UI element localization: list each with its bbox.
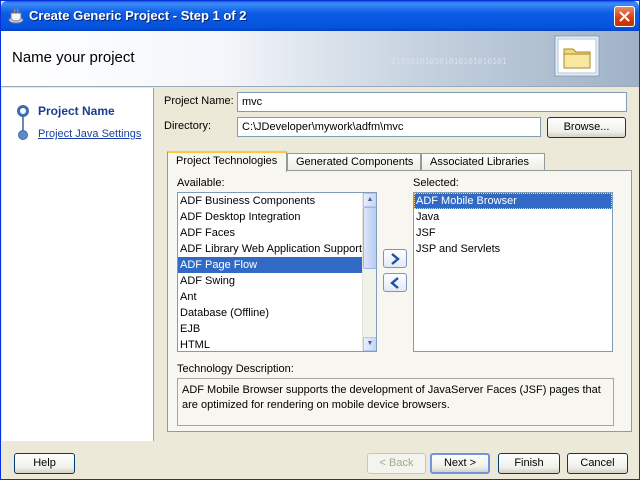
selected-label: Selected: bbox=[413, 177, 459, 189]
list-item[interactable]: ADF Swing bbox=[178, 273, 376, 289]
list-item[interactable]: Ant bbox=[178, 289, 376, 305]
close-button[interactable] bbox=[614, 6, 635, 27]
directory-field[interactable]: C:\JDeveloper\mywork\adfm\mvc bbox=[237, 117, 541, 137]
move-left-button[interactable] bbox=[383, 273, 407, 292]
step-icon bbox=[18, 130, 28, 140]
technology-description: ADF Mobile Browser supports the developm… bbox=[177, 378, 614, 426]
cancel-button[interactable]: Cancel bbox=[567, 453, 628, 474]
tab-associated-libraries[interactable]: Associated Libraries bbox=[421, 153, 545, 171]
available-label: Available: bbox=[177, 177, 225, 189]
directory-label: Directory: bbox=[164, 120, 212, 132]
scroll-down-icon[interactable]: ▼ bbox=[363, 337, 376, 351]
list-item-selected[interactable]: ADF Page Flow bbox=[178, 257, 376, 273]
scroll-thumb[interactable] bbox=[363, 207, 376, 269]
tab-generated-components[interactable]: Generated Components bbox=[287, 153, 421, 171]
wizard-steps-sidebar: Project Name Project Java Settings bbox=[2, 88, 154, 441]
sidebar-item-label: Project Java Settings bbox=[38, 128, 142, 140]
chevron-right-icon bbox=[391, 253, 400, 265]
list-item-selected[interactable]: ADF Mobile Browser bbox=[414, 193, 612, 209]
list-item[interactable]: HTML bbox=[178, 337, 376, 351]
list-item[interactable]: JSP and Servlets bbox=[414, 241, 612, 257]
header-decoration: 010101010101010101010101 bbox=[391, 57, 507, 66]
wizard-content: Project Name: mvc Directory: C:\JDevelop… bbox=[155, 88, 639, 441]
dialog-window: Create Generic Project - Step 1 of 2 Nam… bbox=[0, 0, 640, 480]
sidebar-item-label: Project Name bbox=[38, 104, 115, 118]
project-name-field[interactable]: mvc bbox=[237, 92, 627, 112]
jdeveloper-cup-icon bbox=[8, 8, 24, 24]
chevron-left-icon bbox=[390, 277, 399, 289]
list-item[interactable]: JSF bbox=[414, 225, 612, 241]
list-item[interactable]: ADF Library Web Application Support bbox=[178, 241, 376, 257]
list-item[interactable]: Java bbox=[414, 209, 612, 225]
move-right-button[interactable] bbox=[383, 249, 407, 268]
list-item[interactable]: ADF Business Components bbox=[178, 193, 376, 209]
window-title: Create Generic Project - Step 1 of 2 bbox=[29, 8, 247, 23]
technology-description-label: Technology Description: bbox=[177, 363, 294, 375]
selected-list[interactable]: ADF Mobile Browser Java JSF JSP and Serv… bbox=[413, 192, 613, 352]
scroll-up-icon[interactable]: ▲ bbox=[363, 193, 376, 207]
help-button[interactable]: Help bbox=[14, 453, 75, 474]
list-item[interactable]: ADF Faces bbox=[178, 225, 376, 241]
project-folder-icon bbox=[554, 35, 600, 77]
back-button[interactable]: < Back bbox=[367, 453, 426, 474]
close-icon bbox=[619, 11, 630, 22]
page-title: Name your project bbox=[12, 49, 135, 66]
list-item[interactable]: ADF Desktop Integration bbox=[178, 209, 376, 225]
project-name-label: Project Name: bbox=[164, 95, 234, 107]
tab-project-technologies[interactable]: Project Technologies bbox=[167, 151, 287, 172]
finish-button[interactable]: Finish bbox=[498, 453, 560, 474]
available-list[interactable]: ADF Business Components ADF Desktop Inte… bbox=[177, 192, 377, 352]
list-item[interactable]: EJB bbox=[178, 321, 376, 337]
available-scrollbar[interactable]: ▲ ▼ bbox=[362, 193, 376, 351]
wizard-header: Name your project 0101010101010101010101… bbox=[1, 31, 639, 87]
list-item[interactable]: Database (Offline) bbox=[178, 305, 376, 321]
browse-button[interactable]: Browse... bbox=[547, 117, 626, 138]
next-button[interactable]: Next > bbox=[430, 453, 490, 474]
current-step-icon bbox=[17, 105, 29, 117]
title-bar[interactable]: Create Generic Project - Step 1 of 2 bbox=[1, 1, 639, 31]
